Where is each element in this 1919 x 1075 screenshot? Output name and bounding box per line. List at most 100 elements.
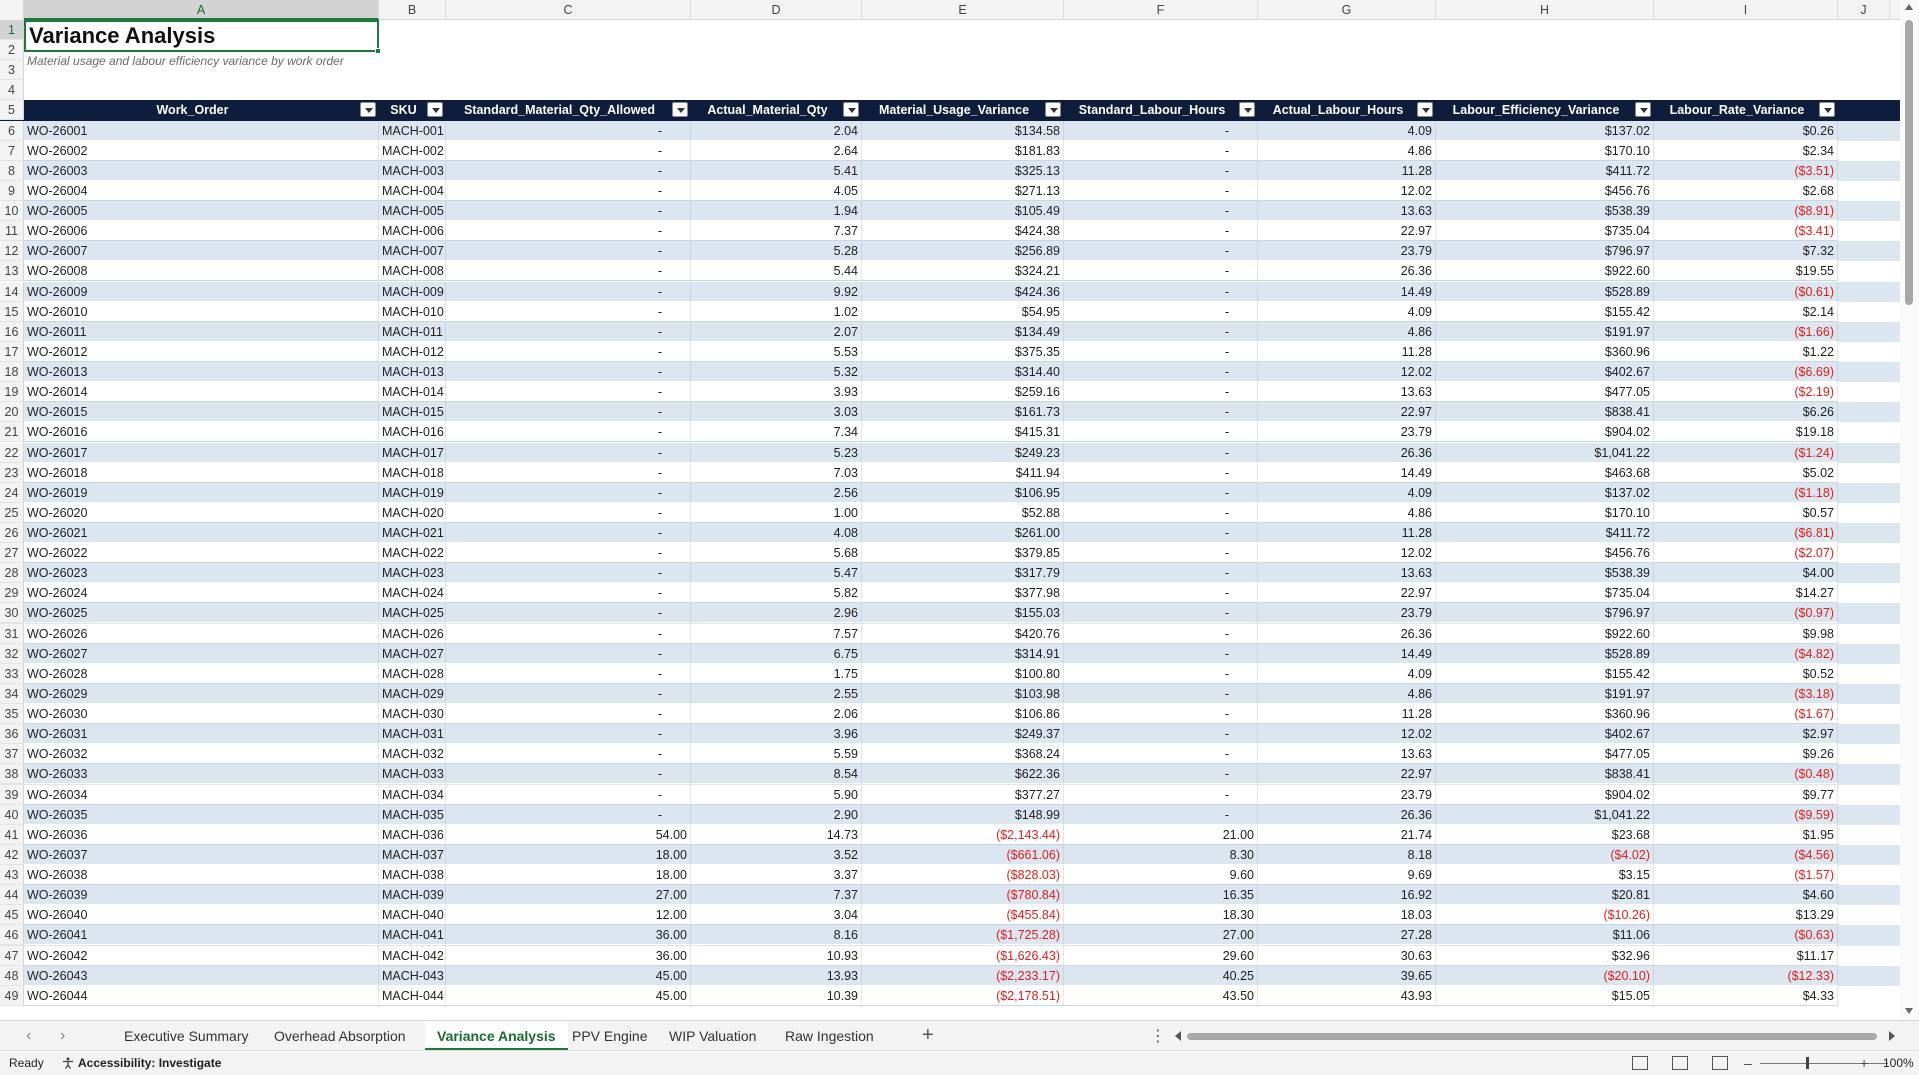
table-cell-standard-labour-hours[interactable]: - xyxy=(1064,482,1258,503)
table-cell-labour-rate-variance[interactable]: ($8.91) xyxy=(1654,201,1838,222)
table-cell-labour-efficiency-variance[interactable]: $23.68 xyxy=(1436,824,1654,845)
filter-dropdown-icon[interactable] xyxy=(360,102,376,118)
table-cell-actual-labour-hours[interactable]: 26.36 xyxy=(1258,623,1436,644)
table-cell-actual-labour-hours[interactable]: 18.03 xyxy=(1258,905,1436,926)
table-cell-standard-labour-hours[interactable]: - xyxy=(1064,160,1258,181)
table-cell-labour-rate-variance[interactable]: $4.00 xyxy=(1654,563,1838,584)
table-cell-actual-labour-hours[interactable]: 16.92 xyxy=(1258,885,1436,906)
row-header[interactable]: 47 xyxy=(0,945,24,966)
table-cell-actual-labour-hours[interactable]: 13.63 xyxy=(1258,563,1436,584)
table-cell-sku[interactable]: MACH-023 xyxy=(379,563,446,584)
row-header[interactable]: 27 xyxy=(0,543,24,564)
table-cell-labour-rate-variance[interactable]: $1.22 xyxy=(1654,341,1838,362)
table-cell-labour-rate-variance[interactable]: $2.68 xyxy=(1654,180,1838,201)
table-cell-material-usage-variance[interactable]: $420.76 xyxy=(862,623,1064,644)
table-cell-labour-efficiency-variance[interactable]: $538.39 xyxy=(1436,563,1654,584)
row-header[interactable]: 23 xyxy=(0,462,24,483)
table-cell-labour-efficiency-variance[interactable]: $15.05 xyxy=(1436,985,1654,1006)
table-cell-standard-labour-hours[interactable]: - xyxy=(1064,523,1258,543)
table-cell-actual-material-qty[interactable]: 5.23 xyxy=(691,442,862,463)
table-cell-work-order[interactable]: WO-26029 xyxy=(24,683,379,704)
table-cell-material-usage-variance[interactable]: ($828.03) xyxy=(862,865,1064,886)
row-header[interactable]: 35 xyxy=(0,704,24,725)
table-cell-standard-material-qty-allowed[interactable]: - xyxy=(446,321,691,342)
table-cell-actual-labour-hours[interactable]: 26.36 xyxy=(1258,442,1436,463)
column-header-d[interactable]: D xyxy=(691,0,862,20)
table-cell-labour-rate-variance[interactable]: ($1.24) xyxy=(1654,442,1838,463)
table-cell-material-usage-variance[interactable]: ($455.84) xyxy=(862,905,1064,926)
table-cell-labour-efficiency-variance[interactable]: $477.05 xyxy=(1436,382,1654,403)
row-header[interactable]: 5 xyxy=(0,100,24,121)
previous-sheet-icon[interactable]: ‹ xyxy=(26,1027,31,1045)
table-cell-sku[interactable]: MACH-005 xyxy=(379,201,446,222)
normal-view-icon[interactable] xyxy=(1632,1056,1648,1070)
table-cell-standard-material-qty-allowed[interactable]: - xyxy=(446,663,691,684)
row-header[interactable]: 21 xyxy=(0,422,24,443)
table-cell-work-order[interactable]: WO-26004 xyxy=(24,180,379,201)
table-cell-work-order[interactable]: WO-26003 xyxy=(24,160,379,181)
table-cell-labour-rate-variance[interactable]: ($1.66) xyxy=(1654,321,1838,342)
table-cell-actual-labour-hours[interactable]: 22.97 xyxy=(1258,402,1436,423)
table-cell-work-order[interactable]: WO-26009 xyxy=(24,281,379,302)
row-header[interactable]: 48 xyxy=(0,965,24,986)
table-cell-labour-rate-variance[interactable]: $19.18 xyxy=(1654,422,1838,443)
table-cell-actual-labour-hours[interactable]: 26.36 xyxy=(1258,261,1436,282)
table-cell-actual-material-qty[interactable]: 10.93 xyxy=(691,945,862,966)
table-cell-labour-rate-variance[interactable]: $13.29 xyxy=(1654,905,1838,926)
table-cell-labour-efficiency-variance[interactable]: ($4.02) xyxy=(1436,844,1654,865)
table-cell-sku[interactable]: MACH-010 xyxy=(379,301,446,322)
table-cell-labour-rate-variance[interactable]: $2.97 xyxy=(1654,724,1838,745)
table-cell-labour-efficiency-variance[interactable]: $402.67 xyxy=(1436,362,1654,383)
table-cell-labour-rate-variance[interactable]: ($12.33) xyxy=(1654,965,1838,986)
page-break-icon[interactable] xyxy=(1712,1056,1728,1070)
table-cell-standard-material-qty-allowed[interactable]: - xyxy=(446,261,691,282)
filter-dropdown-icon[interactable] xyxy=(672,102,688,118)
table-cell-material-usage-variance[interactable]: $424.38 xyxy=(862,221,1064,242)
tab-raw-ingestion[interactable]: Raw Ingestion xyxy=(773,1021,886,1051)
table-cell-actual-material-qty[interactable]: 3.52 xyxy=(691,844,862,865)
table-cell-actual-material-qty[interactable]: 4.05 xyxy=(691,180,862,201)
table-cell-labour-efficiency-variance[interactable]: ($10.26) xyxy=(1436,905,1654,926)
table-cell-material-usage-variance[interactable]: $134.49 xyxy=(862,321,1064,342)
row-header[interactable]: 31 xyxy=(0,623,24,644)
table-cell-labour-rate-variance[interactable]: $2.14 xyxy=(1654,301,1838,322)
row-header[interactable]: 33 xyxy=(0,663,24,684)
table-cell-labour-efficiency-variance[interactable]: $155.42 xyxy=(1436,301,1654,322)
tab-overhead-absorption[interactable]: Overhead Absorption xyxy=(262,1021,418,1051)
table-cell-actual-labour-hours[interactable]: 43.93 xyxy=(1258,985,1436,1006)
table-cell-labour-rate-variance[interactable]: $14.27 xyxy=(1654,583,1838,604)
table-cell-standard-labour-hours[interactable]: - xyxy=(1064,683,1258,704)
filter-dropdown-icon[interactable] xyxy=(1239,102,1255,118)
tab-variance-analysis[interactable]: Variance Analysis xyxy=(425,1021,568,1051)
table-cell-standard-material-qty-allowed[interactable]: - xyxy=(446,382,691,403)
table-cell-labour-efficiency-variance[interactable]: $456.76 xyxy=(1436,543,1654,564)
table-cell-sku[interactable]: MACH-007 xyxy=(379,241,446,262)
table-cell-labour-rate-variance[interactable]: $0.52 xyxy=(1654,663,1838,684)
table-cell-actual-material-qty[interactable]: 2.55 xyxy=(691,683,862,704)
column-header-e[interactable]: E xyxy=(862,0,1064,20)
add-sheet-icon[interactable]: + xyxy=(922,1024,934,1047)
table-cell-material-usage-variance[interactable]: $377.98 xyxy=(862,583,1064,604)
table-cell-labour-efficiency-variance[interactable]: $155.42 xyxy=(1436,663,1654,684)
table-cell-labour-efficiency-variance[interactable]: $191.97 xyxy=(1436,683,1654,704)
table-cell-standard-labour-hours[interactable]: - xyxy=(1064,563,1258,584)
table-cell-standard-material-qty-allowed[interactable]: - xyxy=(446,523,691,543)
table-cell-sku[interactable]: MACH-043 xyxy=(379,965,446,986)
table-cell-work-order[interactable]: WO-26033 xyxy=(24,764,379,785)
table-cell-material-usage-variance[interactable]: ($2,233.17) xyxy=(862,965,1064,986)
table-cell-standard-labour-hours[interactable]: - xyxy=(1064,241,1258,262)
table-cell-material-usage-variance[interactable]: $261.00 xyxy=(862,523,1064,543)
table-cell-work-order[interactable]: WO-26038 xyxy=(24,865,379,886)
table-cell-material-usage-variance[interactable]: $249.23 xyxy=(862,442,1064,463)
table-cell-sku[interactable]: MACH-041 xyxy=(379,925,446,946)
table-cell-labour-rate-variance[interactable]: ($9.59) xyxy=(1654,804,1838,825)
table-cell-work-order[interactable]: WO-26024 xyxy=(24,583,379,604)
table-cell-standard-labour-hours[interactable]: - xyxy=(1064,221,1258,242)
table-cell-labour-rate-variance[interactable]: $4.60 xyxy=(1654,885,1838,906)
table-cell-actual-labour-hours[interactable]: 22.97 xyxy=(1258,583,1436,604)
table-cell-sku[interactable]: MACH-030 xyxy=(379,704,446,725)
table-cell-standard-material-qty-allowed[interactable]: - xyxy=(446,804,691,825)
table-cell-material-usage-variance[interactable]: $161.73 xyxy=(862,402,1064,423)
table-cell-actual-labour-hours[interactable]: 9.69 xyxy=(1258,865,1436,886)
table-cell-sku[interactable]: MACH-017 xyxy=(379,442,446,463)
